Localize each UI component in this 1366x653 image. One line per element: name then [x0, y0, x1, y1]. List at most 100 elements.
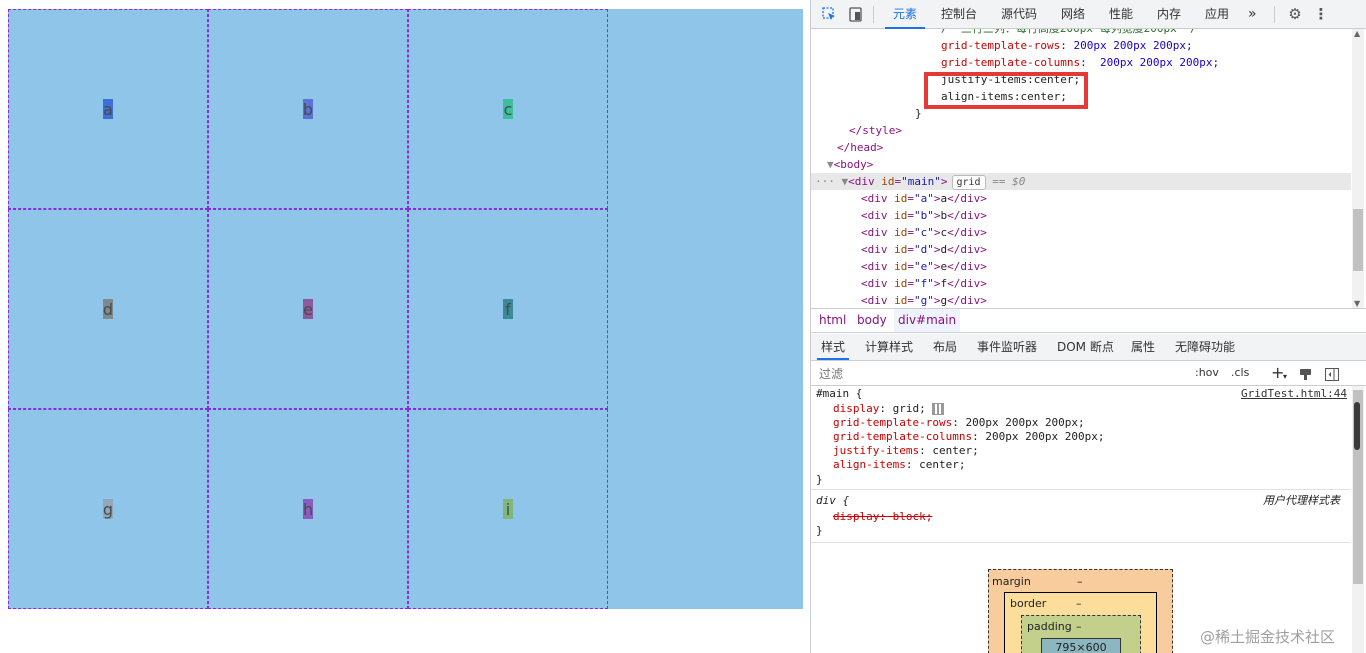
scroll-marker: [1354, 402, 1360, 450]
attr-value: "c": [914, 226, 934, 239]
grid-item-b: b: [302, 99, 314, 119]
hov-toggle[interactable]: :hov: [1195, 361, 1219, 385]
tab-2[interactable]: 源代码: [1001, 0, 1037, 29]
padding-value[interactable]: –: [1076, 620, 1082, 633]
breadcrumb: html body div#main: [811, 308, 1366, 333]
style-declaration[interactable]: justify-items: center;: [833, 444, 979, 458]
more-tabs-button[interactable]: »: [1248, 0, 1257, 29]
css-property[interactable]: display: [833, 402, 879, 415]
style-rule-source[interactable]: GridTest.html:44: [1241, 387, 1347, 401]
scroll-up-arrow-icon[interactable]: ▲: [1354, 29, 1360, 38]
styles-filter-bar: :hov .cls + ▾: [811, 361, 1366, 386]
dom-line-child[interactable]: <div id="f">f</div>: [861, 275, 987, 292]
subtab-6[interactable]: 无障碍功能: [1175, 334, 1235, 360]
attr-value: "g": [914, 294, 934, 307]
inspect-element-icon[interactable]: [821, 6, 837, 22]
selected-marker: == $0: [992, 175, 1026, 188]
style-declaration[interactable]: grid-template-columns: 200px 200px 200px…: [833, 430, 1105, 444]
styles-filter-input[interactable]: [817, 364, 1187, 384]
dom-line-body[interactable]: ▼<body>: [827, 156, 873, 173]
border-value[interactable]: –: [1076, 597, 1082, 610]
tab-4[interactable]: 性能: [1109, 0, 1133, 29]
attr-value: "f": [914, 277, 934, 290]
grid-badge[interactable]: grid: [951, 175, 986, 190]
dom-line-child[interactable]: <div id="e">e</div>: [861, 258, 987, 275]
dom-line-child[interactable]: <div id="c">c</div>: [861, 224, 987, 241]
css-property[interactable]: align-items: [833, 458, 906, 471]
grid-item-e: e: [303, 299, 313, 319]
highlight-annotation-box: [924, 72, 1088, 109]
ua-declaration: display: block;: [833, 510, 933, 523]
style-declaration[interactable]: display: grid;: [833, 402, 945, 416]
dom-scroll-thumb[interactable]: [1353, 209, 1363, 271]
grid-item-g: g: [102, 499, 114, 519]
dom-line-style-close[interactable]: </style>: [849, 122, 902, 139]
styles-scrollbar[interactable]: [1352, 386, 1364, 653]
ua-selector: div {: [816, 494, 850, 507]
cls-toggle[interactable]: .cls: [1231, 361, 1249, 385]
subtab-2[interactable]: 布局: [933, 334, 957, 360]
device-toolbar-icon[interactable]: [847, 6, 863, 22]
dom-line-child[interactable]: <div id="b">b</div>: [861, 207, 987, 224]
dom-line-child[interactable]: <div id="a">a</div>: [861, 190, 987, 207]
scroll-down-arrow-icon[interactable]: ▼: [1354, 299, 1360, 308]
breadcrumb-div-main[interactable]: div#main: [894, 309, 961, 332]
border-label: border: [1010, 597, 1047, 610]
subtab-1[interactable]: 计算样式: [865, 334, 913, 360]
breadcrumb-html[interactable]: html: [819, 309, 846, 332]
ua-rule-label: 用户代理样式表: [1263, 494, 1340, 508]
content-size: 795×600: [1055, 641, 1107, 653]
css-value[interactable]: 200px 200px 200px;: [985, 430, 1104, 443]
breadcrumb-body[interactable]: body: [857, 309, 887, 332]
style-rule-selector[interactable]: #main {: [816, 387, 862, 401]
settings-gear-icon[interactable]: ⚙: [1287, 5, 1303, 23]
page-viewport: a b c d e f g h i: [0, 0, 810, 653]
css-value[interactable]: center;: [919, 458, 965, 471]
dom-tree: /* 三行三列：每行高度200px 每列宽度200px */ grid-templ…: [811, 29, 1351, 308]
css-property[interactable]: grid-template-rows: [833, 416, 952, 429]
subtab-3[interactable]: 事件监听器: [977, 334, 1037, 360]
subtab-5[interactable]: 属性: [1131, 334, 1155, 360]
tab-3[interactable]: 网络: [1061, 0, 1085, 29]
styles-pane: #main { GridTest.html:44 display: grid; gr…: [811, 386, 1351, 653]
dom-line-brace[interactable]: }: [915, 105, 922, 122]
dom-line-main[interactable]: ··· ▼<div id="main"> grid == $0: [811, 173, 1351, 190]
dom-line-cols[interactable]: grid-template-columns: 200px 200px 200px…: [941, 54, 1219, 71]
css-property: grid-template-columns: [941, 56, 1081, 69]
css-close-brace: }: [915, 107, 922, 120]
css-value[interactable]: grid;: [893, 402, 926, 415]
tab-6[interactable]: 应用: [1205, 0, 1229, 29]
expand-triangle-icon[interactable]: ▼: [827, 158, 834, 171]
tag-text: </style>: [849, 124, 902, 137]
dom-scrollbar[interactable]: ▲ ▼: [1352, 29, 1364, 308]
css-value[interactable]: center;: [932, 444, 978, 457]
css-value[interactable]: 200px 200px 200px;: [965, 416, 1084, 429]
toolbar-divider: [873, 6, 874, 23]
css-property[interactable]: grid-template-columns: [833, 430, 972, 443]
dom-line-rows[interactable]: grid-template-rows: 200px 200px 200px;: [941, 37, 1193, 54]
tab-0[interactable]: 元素: [884, 0, 926, 29]
more-options-icon[interactable]: ⋮: [1313, 5, 1329, 23]
dom-line-comment[interactable]: /* 三行三列：每行高度200px 每列宽度200px */: [941, 29, 1197, 37]
margin-value[interactable]: –: [1077, 575, 1083, 588]
box-model-content[interactable]: 795×600: [1041, 638, 1121, 653]
style-declaration[interactable]: align-items: center;: [833, 458, 965, 472]
attr-name: id: [881, 175, 895, 188]
css-property[interactable]: justify-items: [833, 444, 919, 457]
rule-source-link[interactable]: GridTest.html:44: [1241, 387, 1347, 400]
tab-1[interactable]: 控制台: [941, 0, 977, 29]
subtab-4[interactable]: DOM 断点: [1057, 334, 1114, 360]
ua-rule-selector: div {: [816, 494, 849, 508]
devtools-toolbar: 元素 控制台 源代码 网络 性能 内存 应用 » ⚙ ⋮: [811, 0, 1366, 29]
dom-line-child[interactable]: <div id="d">d</div>: [861, 241, 987, 258]
dom-line-child[interactable]: <div id="g">g</div>: [861, 292, 987, 308]
margin-label: margin: [992, 575, 1031, 588]
dom-line-head-close[interactable]: </head>: [837, 139, 883, 156]
ellipsis-icon[interactable]: ···: [811, 175, 835, 188]
ua-label: 用户代理样式表: [1263, 494, 1340, 507]
tab-5[interactable]: 内存: [1157, 0, 1181, 29]
grid-container-main: a b c d e f g h i: [8, 9, 803, 609]
subtab-0[interactable]: 样式: [816, 334, 850, 360]
style-declaration[interactable]: grid-template-rows: 200px 200px 200px;: [833, 416, 1085, 430]
grid-editor-icon[interactable]: [932, 403, 945, 415]
